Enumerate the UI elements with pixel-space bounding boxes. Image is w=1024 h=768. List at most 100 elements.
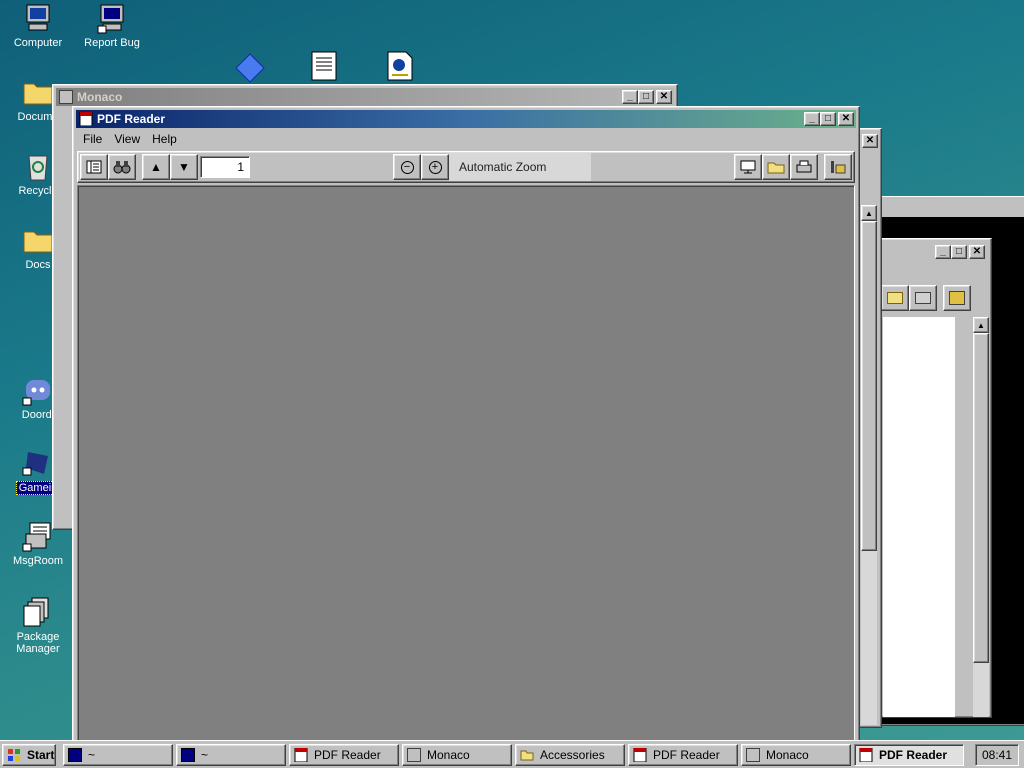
scroll-thumb[interactable] xyxy=(973,333,989,663)
document-viewer[interactable] xyxy=(77,185,855,741)
close-button[interactable]: ✕ xyxy=(838,112,854,126)
folder-icon xyxy=(887,292,903,304)
taskbar-item-label: Monaco xyxy=(766,747,809,762)
zoom-in-button[interactable]: + xyxy=(421,154,449,180)
taskbar-item-label: PDF Reader xyxy=(314,747,381,762)
print-button[interactable] xyxy=(909,285,937,311)
presentation-icon xyxy=(740,160,756,174)
open-file-button[interactable] xyxy=(762,154,790,180)
folder-icon xyxy=(520,748,534,762)
menu-file[interactable]: File xyxy=(77,132,108,146)
tools-icon xyxy=(831,161,846,174)
taskbar-item-monaco[interactable]: Monaco xyxy=(741,743,851,766)
menu-bar: File View Help xyxy=(77,129,183,149)
desktop-icon-label: MsgRoom xyxy=(12,555,64,567)
close-button[interactable]: ✕ xyxy=(862,134,878,148)
zoom-select[interactable]: Automatic Zoom xyxy=(449,153,591,181)
arrow-up-icon: ▲ xyxy=(150,160,162,174)
desktop-icon-report-bug[interactable]: Report Bug xyxy=(76,2,148,49)
computer-icon xyxy=(22,2,54,34)
taskbar-item-label: ~ xyxy=(201,747,209,762)
maximize-button[interactable]: □ xyxy=(820,112,836,126)
binoculars-icon xyxy=(113,161,131,174)
desktop-icon-label: Package Manager xyxy=(16,631,60,655)
maximize-button[interactable]: □ xyxy=(638,90,654,104)
taskbar-item-accessories[interactable]: Accessories xyxy=(515,743,625,766)
web-document-icon[interactable] xyxy=(386,50,414,82)
find-button[interactable] xyxy=(108,154,136,180)
taskbar-item-pdf-reader[interactable]: PDF Reader xyxy=(628,743,738,766)
menu-view[interactable]: View xyxy=(108,132,146,146)
clock-time: 08:41 xyxy=(981,747,1013,762)
taskbar-item-pdf-reader-active[interactable]: PDF Reader xyxy=(854,743,964,766)
arrow-down-icon: ▼ xyxy=(178,160,190,174)
printer-icon xyxy=(796,160,812,173)
printer-icon xyxy=(915,292,931,304)
taskbar-item-label: PDF Reader xyxy=(879,747,948,762)
presentation-button[interactable] xyxy=(734,154,762,180)
minimize-button[interactable]: _ xyxy=(804,112,820,126)
tools-button[interactable] xyxy=(824,154,852,180)
desktop-icon-computer[interactable]: Computer xyxy=(2,2,74,49)
text-document-icon[interactable] xyxy=(310,50,338,82)
taskbar-item-monaco[interactable]: Monaco xyxy=(402,743,512,766)
maximize-button[interactable]: □ xyxy=(951,245,967,259)
zoom-in-icon: + xyxy=(428,160,442,174)
zoom-out-button[interactable]: − xyxy=(393,154,421,180)
desktop-icon-label: Report Bug xyxy=(84,37,140,49)
system-clock[interactable]: 08:41 xyxy=(975,743,1019,766)
taskbar: Start ~ ~ PDF Reader Monaco Accessories … xyxy=(0,740,1024,768)
folder-icon xyxy=(22,224,54,256)
page-number-input[interactable]: 1 xyxy=(200,156,250,178)
toolbar: ▲ ▼ 1 − + Automatic Zoom xyxy=(77,151,855,183)
scroll-up-button[interactable]: ▲ xyxy=(861,205,877,221)
taskbar-item-label: PDF Reader xyxy=(653,747,720,762)
package-manager-icon xyxy=(22,596,54,628)
start-icon xyxy=(7,748,21,762)
pdf-reader-window[interactable]: PDF Reader _ □ ✕ File View Help ▲ ▼ 1 − … xyxy=(72,106,860,746)
close-button[interactable]: ✕ xyxy=(656,90,672,104)
start-button[interactable]: Start xyxy=(2,743,56,766)
window-title: PDF Reader xyxy=(97,112,166,126)
msgroom-icon xyxy=(22,520,54,552)
terminal-icon xyxy=(181,747,195,762)
close-button[interactable]: ✕ xyxy=(969,245,985,259)
pdf-reader-titlebar[interactable]: PDF Reader xyxy=(76,110,856,128)
sidebar-toggle-button[interactable] xyxy=(80,154,108,180)
tools-button[interactable] xyxy=(943,285,971,311)
monaco-icon xyxy=(746,747,760,762)
folder-icon xyxy=(22,76,54,108)
scroll-up-button[interactable]: ▲ xyxy=(973,317,989,333)
minimize-button[interactable]: _ xyxy=(622,90,638,104)
start-label: Start xyxy=(27,747,55,762)
open-file-button[interactable] xyxy=(881,285,909,311)
terminal-icon xyxy=(68,747,82,762)
vertical-scrollbar[interactable]: ▲ xyxy=(973,317,989,717)
monaco-icon xyxy=(59,90,73,104)
sidebar-icon xyxy=(86,160,102,174)
scroll-thumb[interactable] xyxy=(861,221,877,551)
pdf-icon xyxy=(859,747,873,762)
print-button[interactable] xyxy=(790,154,818,180)
taskbar-item-terminal[interactable]: ~ xyxy=(176,743,286,766)
game-icon xyxy=(22,446,54,478)
diamond-shortcut-icon[interactable] xyxy=(234,52,266,84)
desktop-icon-package-manager[interactable]: Package Manager xyxy=(2,596,74,655)
zoom-out-icon: − xyxy=(400,160,414,174)
minimize-button[interactable]: _ xyxy=(935,245,951,259)
pdf-icon xyxy=(633,747,647,762)
menu-help[interactable]: Help xyxy=(146,132,183,146)
previous-page-button[interactable]: ▲ xyxy=(142,154,170,180)
taskbar-item-label: Accessories xyxy=(540,747,605,762)
monaco-icon xyxy=(407,747,421,762)
taskbar-item-label: Monaco xyxy=(427,747,470,762)
taskbar-item-label: ~ xyxy=(88,747,96,762)
next-page-button[interactable]: ▼ xyxy=(170,154,198,180)
taskbar-item-pdf-reader[interactable]: PDF Reader xyxy=(289,743,399,766)
vertical-scrollbar[interactable]: ▲ xyxy=(861,205,877,725)
pdf-icon xyxy=(79,111,93,127)
desktop-icon-label: Computer xyxy=(13,37,63,49)
recycle-bin-icon xyxy=(22,150,54,182)
monaco-titlebar[interactable]: Monaco xyxy=(56,88,674,106)
taskbar-item-terminal[interactable]: ~ xyxy=(63,743,173,766)
